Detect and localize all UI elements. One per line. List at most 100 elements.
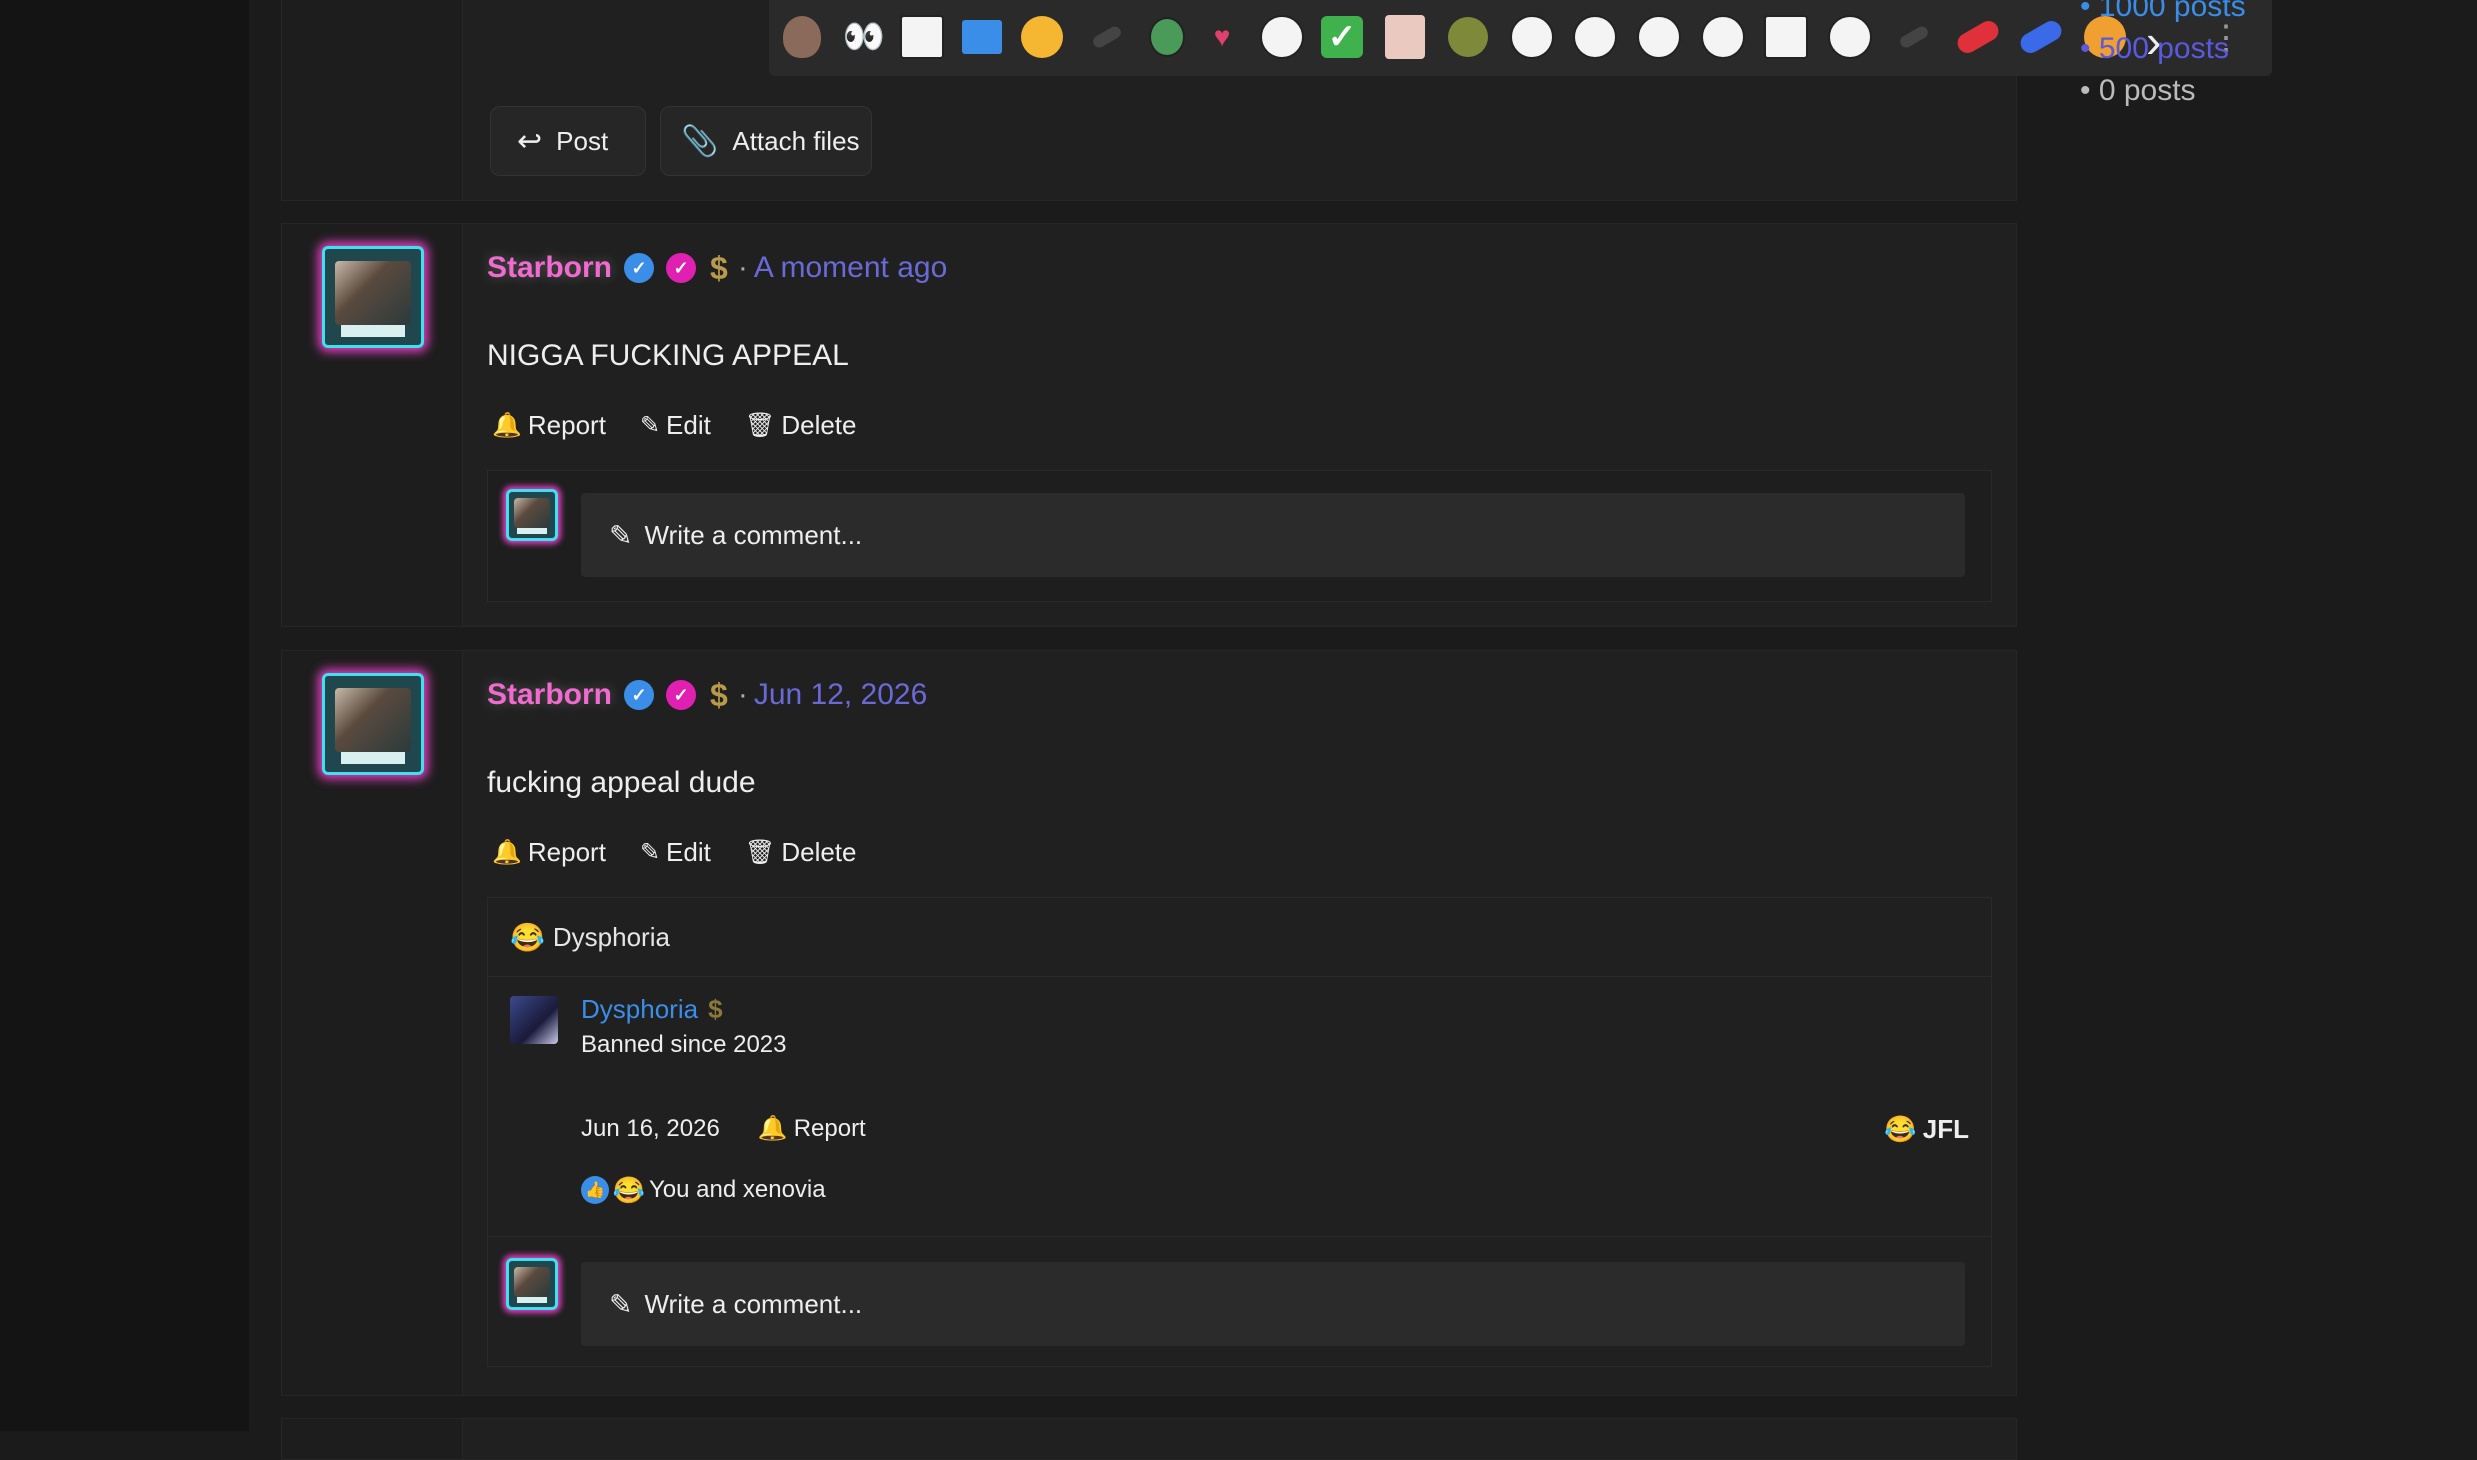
- reply-arrow-icon: ↩: [517, 124, 543, 158]
- post-header: Starborn ✓ ✓ $ · Jun 12, 2026: [487, 675, 927, 715]
- comment-placeholder: Write a comment...: [644, 519, 863, 550]
- green-check-emoji[interactable]: ✓: [1319, 14, 1365, 60]
- trash-icon: 🗑: [744, 839, 776, 866]
- edit-button[interactable]: ✎ Edit: [640, 837, 711, 868]
- report-button[interactable]: 🔔 Report: [492, 837, 606, 868]
- post-composer: 👀 ♥ ✓ › ⋮ ↩ Post 📎 Attach files: [281, 0, 2272, 201]
- report-label: Report: [527, 837, 606, 867]
- comment-input[interactable]: ✎ Write a comment...: [581, 1262, 1965, 1346]
- avatar: [506, 489, 558, 541]
- snake-emoji[interactable]: [1144, 14, 1190, 60]
- comment-author-name: Dysphoria: [581, 994, 699, 1024]
- delete-button[interactable]: 🗑 Delete: [745, 837, 857, 868]
- avatar[interactable]: [510, 996, 558, 1044]
- trash-icon: 🗑: [744, 412, 776, 439]
- bell-icon: 🔔: [492, 839, 522, 866]
- paperclip-icon: 📎: [681, 124, 719, 158]
- dollar-icon: $: [710, 249, 728, 286]
- post-header: Starborn ✓ ✓ $ · A moment ago: [487, 248, 947, 288]
- comment-date[interactable]: Jun 16, 2026: [581, 1115, 720, 1143]
- header-separator: ·: [737, 251, 748, 284]
- dollar-icon: $: [708, 994, 723, 1024]
- attach-files-button[interactable]: 📎 Attach files: [660, 106, 872, 176]
- black-pill-2-emoji[interactable]: [1891, 14, 1937, 60]
- pencil-icon: ✎: [639, 839, 661, 866]
- wojak-face-5-emoji[interactable]: [1827, 14, 1873, 60]
- comment-thread: 😂 Dysphoria Dysphoria $ Banned since 2023…: [487, 897, 1992, 1367]
- report-button[interactable]: 🔔 Report: [758, 1114, 866, 1143]
- post-gutter: [282, 1419, 463, 1459]
- black-pill-emoji[interactable]: [1084, 14, 1130, 60]
- header-separator: ·: [737, 678, 748, 711]
- pink-check-icon: ✓: [666, 253, 697, 283]
- post-body: fucking appeal dude: [487, 766, 756, 799]
- legend-item-0: • 0 posts: [2080, 74, 2196, 107]
- avatar: [506, 1258, 558, 1310]
- wojak-drawing-emoji[interactable]: [899, 14, 945, 60]
- delete-label: Delete: [781, 410, 857, 440]
- comment-author[interactable]: Dysphoria $: [581, 994, 723, 1025]
- laughing-crying-emoji[interactable]: [1019, 14, 1065, 60]
- post-timestamp[interactable]: A moment ago: [754, 251, 947, 285]
- post-button[interactable]: ↩ Post: [490, 106, 646, 176]
- comment-author-status: Banned since 2023: [581, 1031, 787, 1058]
- react-button[interactable]: 😂 JFL: [1884, 1114, 1969, 1145]
- post-button-label: Post: [556, 125, 609, 156]
- legend-item-1000: • 1000 posts: [2080, 0, 2246, 23]
- pink-check-icon: ✓: [666, 680, 697, 710]
- heart-emoji[interactable]: ♥: [1199, 14, 1245, 60]
- wojak-face-4-emoji[interactable]: [1700, 14, 1746, 60]
- avatar[interactable]: [322, 246, 424, 348]
- verified-check-icon: ✓: [624, 253, 655, 283]
- laughing-crying-icon: 😂: [612, 1174, 646, 1205]
- delete-button[interactable]: 🗑 Delete: [745, 410, 857, 441]
- red-pill-emoji[interactable]: [1953, 14, 2003, 60]
- comment-composer: ✎ Write a comment...: [487, 470, 1992, 602]
- delete-label: Delete: [781, 837, 857, 867]
- post-tier-legend: • 1000 posts • 500 posts • 0 posts: [2080, 0, 2246, 112]
- bell-icon: 🔔: [492, 412, 522, 439]
- bald-man-emoji[interactable]: [779, 14, 825, 60]
- post-actions: 🔔 Report ✎ Edit 🗑 Delete: [492, 837, 890, 868]
- wojak-face-2-emoji[interactable]: [1572, 14, 1618, 60]
- blue-arrow-emoji[interactable]: [959, 14, 1005, 60]
- pencil-icon: ✎: [609, 519, 633, 551]
- edit-button[interactable]: ✎ Edit: [640, 410, 711, 441]
- dollar-icon: $: [710, 676, 728, 713]
- author-name[interactable]: Starborn: [487, 251, 612, 285]
- comment-reaction-summary: 😂 Dysphoria: [488, 898, 1991, 977]
- verified-check-icon: ✓: [624, 680, 655, 710]
- post-actions: 🔔 Report ✎ Edit 🗑 Delete: [492, 410, 890, 441]
- wojak-drawing-2-emoji[interactable]: [1763, 14, 1809, 60]
- reactions-text: You and xenovia: [649, 1176, 826, 1203]
- comment-reactions[interactable]: 👍 😂 You and xenovia: [581, 1174, 826, 1205]
- composer-gutter: [282, 0, 463, 200]
- post-card: Starborn ✓ ✓ $ · Jun 12, 2026 fucking ap…: [281, 650, 2017, 1396]
- post-timestamp[interactable]: Jun 12, 2026: [754, 678, 927, 712]
- author-name[interactable]: Starborn: [487, 678, 612, 712]
- anime-face-emoji[interactable]: [1382, 14, 1428, 60]
- edit-label: Edit: [666, 410, 711, 440]
- wojak-face-3-emoji[interactable]: [1636, 14, 1682, 60]
- thumbs-up-icon: 👍: [581, 1176, 609, 1204]
- react-label: JFL: [1922, 1114, 1969, 1144]
- post-body: NIGGA FUCKING APPEAL: [487, 339, 849, 372]
- pencil-icon: ✎: [609, 1288, 633, 1320]
- report-label: Report: [527, 410, 606, 440]
- comment-placeholder: Write a comment...: [644, 1288, 863, 1319]
- shrek-emoji[interactable]: [1445, 14, 1491, 60]
- blue-pill-emoji[interactable]: [2016, 14, 2066, 60]
- legend-item-500: • 500 posts: [2080, 32, 2229, 65]
- eyes-emoji[interactable]: 👀: [839, 14, 885, 60]
- report-button[interactable]: 🔔 Report: [492, 410, 606, 441]
- wojak-face-emoji[interactable]: [1259, 14, 1305, 60]
- emoji-bar: 👀 ♥ ✓ › ⋮: [769, 0, 2272, 76]
- laughing-crying-icon: 😂: [510, 921, 545, 953]
- pencil-icon: ✎: [639, 412, 661, 439]
- edit-label: Edit: [666, 837, 711, 867]
- laughing-crying-icon: 😂: [1884, 1114, 1917, 1144]
- wojak-crying-emoji[interactable]: [1509, 14, 1555, 60]
- comment-input[interactable]: ✎ Write a comment...: [581, 493, 1965, 577]
- comment-meta: Jun 16, 2026 🔔 Report: [581, 1114, 866, 1143]
- avatar[interactable]: [322, 673, 424, 775]
